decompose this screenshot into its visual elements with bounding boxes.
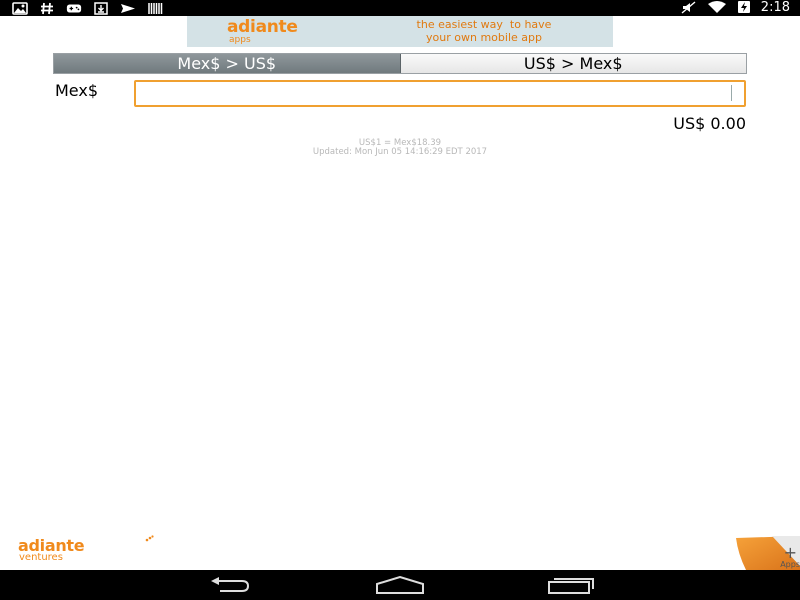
hash-notification-icon	[39, 2, 55, 15]
logo-dots-icon	[145, 535, 154, 542]
back-icon	[211, 577, 250, 592]
conversion-direction-toggle: Mex$ > US$ US$ > Mex$	[53, 53, 747, 74]
converted-result: US$ 0.00	[673, 114, 746, 133]
more-apps-button[interactable]: + Apps	[732, 536, 800, 570]
apps-plus: +	[783, 543, 797, 562]
battery-charging-icon	[737, 0, 751, 18]
last-updated: Updated: Mon Jun 05 14:16:29 EDT 2017	[312, 147, 488, 157]
wifi-icon	[707, 0, 727, 18]
footer-brand-name: adiante	[18, 536, 85, 555]
recents-icon	[548, 578, 594, 594]
clock: 2:18	[760, 0, 790, 15]
footer-brand-sub: ventures	[19, 552, 63, 563]
send-notification-icon	[120, 2, 136, 15]
recents-button[interactable]	[546, 574, 596, 596]
notification-icons	[12, 1, 163, 15]
gamepad-notification-icon	[66, 2, 82, 15]
navigation-bar	[0, 570, 800, 600]
adiante-ventures-logo[interactable]: adiante ventures	[18, 535, 154, 563]
system-icons: 2:18	[681, 0, 790, 16]
home-button[interactable]	[375, 574, 425, 596]
toggle-mex-to-usd[interactable]: Mex$ > US$	[54, 54, 401, 73]
exchange-rate-info: US$1 = Mex$18.39 Updated: Mon Jun 05 14:…	[0, 139, 800, 157]
ad-tagline-line2: your own mobile app	[426, 31, 542, 44]
home-icon	[376, 576, 424, 594]
ad-tagline: the easiest way to have your own mobile …	[389, 18, 579, 44]
ad-logo: adiante apps	[227, 17, 298, 45]
amount-currency-label: Mex$	[55, 81, 99, 100]
mute-icon	[681, 0, 697, 18]
back-button[interactable]	[204, 574, 254, 596]
text-cursor	[731, 85, 732, 101]
gallery-notification-icon	[12, 1, 28, 15]
ad-brand-name: adiante	[227, 17, 298, 37]
ad-brand-sub: apps	[229, 35, 251, 45]
ad-banner[interactable]: adiante apps the easiest way to have you…	[187, 16, 613, 47]
ad-tagline-line1: the easiest way to have	[416, 18, 552, 31]
status-bar: 2:18	[0, 0, 800, 16]
app-screen: 2:18 adiante apps the easiest way to hav…	[0, 0, 800, 600]
barcode-notification-icon	[147, 2, 163, 15]
toggle-usd-to-mex[interactable]: US$ > Mex$	[400, 54, 746, 73]
amount-input[interactable]	[134, 80, 746, 107]
download-notification-icon	[93, 1, 109, 15]
apps-label: Apps	[780, 560, 800, 569]
